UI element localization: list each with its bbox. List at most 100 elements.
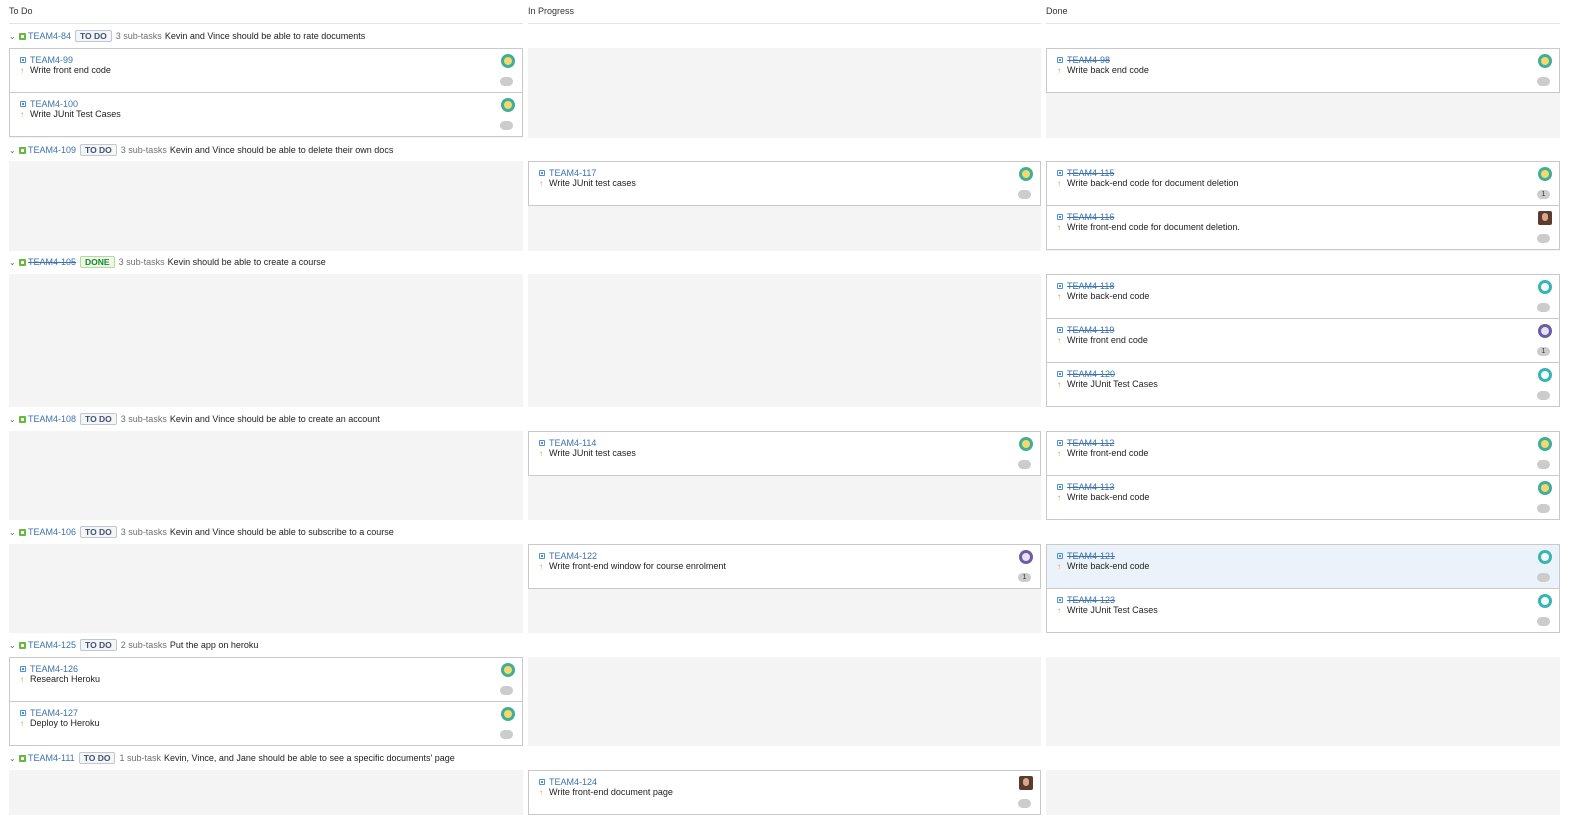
chevron-down-icon[interactable]: ⌄ [9, 641, 17, 650]
teal-robot-avatar[interactable] [1538, 280, 1552, 294]
issue-card[interactable]: TEAM4-113 ↑ Write back-end code [1046, 475, 1560, 520]
card-issue-key[interactable]: TEAM4-99 [30, 55, 73, 65]
swimlane-header[interactable]: ⌄ TEAM4-111 TO DO 1 sub-task Kevin, Vince, a… [9, 751, 455, 765]
issue-card[interactable]: TEAM4-118 ↑ Write back-end code [1046, 274, 1560, 319]
issue-card[interactable]: TEAM4-121 ↑ Write back-end code [1046, 544, 1560, 589]
teal-cat-avatar[interactable] [1538, 481, 1552, 495]
card-issue-key[interactable]: TEAM4-118 [1067, 281, 1114, 291]
priority-major-icon: ↑ [1057, 291, 1061, 301]
teal-robot-avatar[interactable] [1538, 594, 1552, 608]
issue-card[interactable]: TEAM4-124 ↑ Write front-end document page [528, 770, 1041, 815]
chevron-down-icon[interactable]: ⌄ [9, 146, 17, 155]
issue-card[interactable]: TEAM4-114 ↑ Write JUnit test cases [528, 431, 1041, 476]
swimlane-header[interactable]: ⌄ TEAM4-108 TO DO 3 sub-tasks Kevin and Vinc… [9, 412, 380, 426]
purple-monster-avatar[interactable] [1019, 550, 1033, 564]
green-dog-avatar[interactable] [1538, 54, 1552, 68]
card-key-line: TEAM4-120 [1057, 369, 1115, 379]
chevron-down-icon[interactable]: ⌄ [9, 258, 17, 267]
issue-card[interactable]: TEAM4-119 ↑ Write front end code 1 [1046, 318, 1560, 363]
card-issue-key[interactable]: TEAM4-123 [1067, 595, 1115, 605]
issue-card[interactable]: TEAM4-115 ↑ Write back-end code for docume… [1046, 161, 1560, 206]
teal-cat-avatar[interactable] [1538, 437, 1552, 451]
card-issue-key[interactable]: TEAM4-127 [30, 708, 78, 718]
status-badge: TO DO [80, 639, 117, 651]
teal-cat-avatar[interactable] [1019, 437, 1033, 451]
story-icon [19, 415, 26, 423]
parent-issue-key[interactable]: TEAM4-106 [28, 527, 76, 537]
card-key-line: TEAM4-117 [539, 168, 596, 178]
parent-issue-key[interactable]: TEAM4-111 [28, 753, 75, 763]
swimlane-header[interactable]: ⌄ TEAM4-106 TO DO 3 sub-tasks Kevin and Vinc… [9, 525, 394, 539]
parent-issue-key[interactable]: TEAM4-108 [28, 414, 76, 424]
issue-card[interactable]: TEAM4-100 ↑ Write JUnit Test Cases [9, 92, 523, 137]
swimlane-header[interactable]: ⌄ TEAM4-125 TO DO 2 sub-tasks Put the app on… [9, 638, 258, 652]
card-summary-line: ↑ Write back-end code [1057, 492, 1149, 502]
teal-cat-avatar[interactable] [1019, 167, 1033, 181]
card-issue-key[interactable]: TEAM4-120 [1067, 369, 1115, 379]
card-issue-key[interactable]: TEAM4-113 [1067, 482, 1114, 492]
swimlane-cell-inprogress [528, 657, 1041, 746]
swimlane-header[interactable]: ⌄ TEAM4-105 DONE 3 sub-tasks Kevin should be… [9, 255, 326, 269]
card-issue-key[interactable]: TEAM4-116 [1067, 212, 1114, 222]
card-issue-key[interactable]: TEAM4-117 [549, 168, 596, 178]
issue-card[interactable]: TEAM4-123 ↑ Write JUnit Test Cases [1046, 588, 1560, 633]
card-summary-line: ↑ Write JUnit test cases [539, 448, 636, 458]
card-issue-key[interactable]: TEAM4-124 [549, 777, 597, 787]
swimlane-header[interactable]: ⌄ TEAM4-84 TO DO 3 sub-tasks Kevin and Vince… [9, 29, 365, 43]
avatar-face [1541, 553, 1549, 561]
parent-issue-key[interactable]: TEAM4-125 [28, 640, 76, 650]
issue-card[interactable]: TEAM4-98 ↑ Write back end code [1046, 48, 1560, 93]
green-dog-avatar[interactable] [501, 707, 515, 721]
subtask-icon [20, 57, 26, 63]
photo-avatar[interactable] [1538, 211, 1552, 225]
teal-robot-avatar[interactable] [1538, 550, 1552, 564]
swimlane-cell-todo [9, 770, 523, 815]
card-issue-key[interactable]: TEAM4-119 [1067, 325, 1114, 335]
issue-card[interactable]: TEAM4-126 ↑ Research Heroku [9, 657, 523, 702]
green-dog-avatar[interactable] [501, 54, 515, 68]
green-dog-avatar[interactable] [501, 98, 515, 112]
card-issue-key[interactable]: TEAM4-115 [1067, 168, 1114, 178]
estimate-badge [500, 121, 513, 130]
chevron-down-icon[interactable]: ⌄ [9, 754, 17, 763]
green-dog-avatar[interactable] [501, 663, 515, 677]
subtask-icon [1057, 170, 1063, 176]
card-issue-key[interactable]: TEAM4-122 [549, 551, 597, 561]
subtask-icon [1057, 371, 1063, 377]
card-issue-key[interactable]: TEAM4-114 [549, 438, 596, 448]
parent-issue-summary: Kevin should be able to create a course [167, 257, 326, 267]
priority-major-icon: ↑ [539, 561, 543, 571]
card-summary-line: ↑ Deploy to Heroku [20, 718, 100, 728]
estimate-badge [500, 686, 513, 695]
issue-card[interactable]: TEAM4-122 ↑ Write front-end window for cou… [528, 544, 1041, 589]
card-summary-line: ↑ Write front end code [1057, 335, 1148, 345]
issue-card[interactable]: TEAM4-116 ↑ Write front-end code for docum… [1046, 205, 1560, 250]
swimlane-header[interactable]: ⌄ TEAM4-109 TO DO 3 sub-tasks Kevin and Vinc… [9, 143, 393, 157]
subtask-icon [1057, 440, 1063, 446]
story-icon [19, 528, 26, 536]
photo-avatar[interactable] [1019, 776, 1033, 790]
avatar-face [1023, 778, 1029, 786]
purple-monster-avatar[interactable] [1538, 324, 1552, 338]
card-issue-key[interactable]: TEAM4-100 [30, 99, 78, 109]
card-issue-key[interactable]: TEAM4-121 [1067, 551, 1115, 561]
teal-cat-avatar[interactable] [1538, 167, 1552, 181]
priority-major-icon: ↑ [20, 718, 24, 728]
parent-issue-key[interactable]: TEAM4-109 [28, 145, 76, 155]
card-issue-key[interactable]: TEAM4-126 [30, 664, 78, 674]
estimate-badge [1018, 190, 1031, 199]
chevron-down-icon[interactable]: ⌄ [9, 32, 17, 41]
card-summary-line: ↑ Write JUnit Test Cases [20, 109, 121, 119]
chevron-down-icon[interactable]: ⌄ [9, 415, 17, 424]
issue-card[interactable]: TEAM4-120 ↑ Write JUnit Test Cases [1046, 362, 1560, 407]
parent-issue-key[interactable]: TEAM4-105 [28, 257, 76, 267]
issue-card[interactable]: TEAM4-99 ↑ Write front end code [9, 48, 523, 93]
card-issue-key[interactable]: TEAM4-112 [1067, 438, 1114, 448]
card-issue-key[interactable]: TEAM4-98 [1067, 55, 1110, 65]
issue-card[interactable]: TEAM4-117 ↑ Write JUnit test cases [528, 161, 1041, 206]
issue-card[interactable]: TEAM4-127 ↑ Deploy to Heroku [9, 701, 523, 746]
issue-card[interactable]: TEAM4-112 ↑ Write front-end code [1046, 431, 1560, 476]
teal-robot-avatar[interactable] [1538, 368, 1552, 382]
parent-issue-key[interactable]: TEAM4-84 [28, 31, 71, 41]
chevron-down-icon[interactable]: ⌄ [9, 528, 17, 537]
